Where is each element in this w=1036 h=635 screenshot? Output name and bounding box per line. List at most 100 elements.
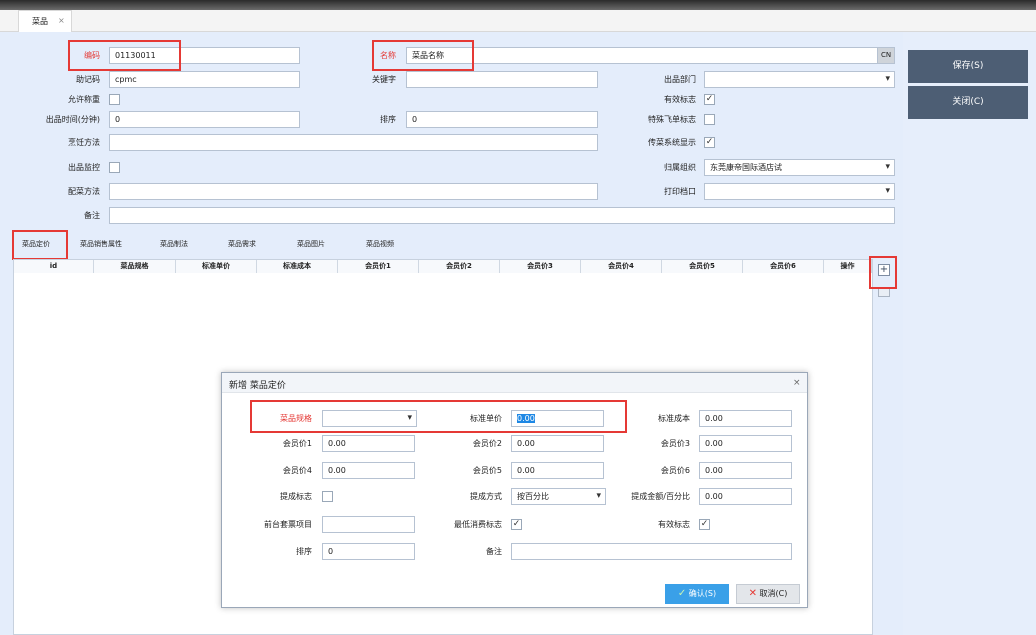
subtab-image[interactable]: 菜品图片 — [297, 239, 325, 249]
std-cost-label: 标准成本 — [658, 414, 690, 423]
name-highlight — [372, 40, 474, 71]
grid-header-mp4: 会员价4 — [581, 260, 662, 273]
window-top-strip — [0, 0, 1036, 10]
transfer-checkbox[interactable]: ✓ — [704, 137, 715, 148]
time-input[interactable]: 0 — [109, 111, 300, 128]
mnemonic-input[interactable]: cpmc — [109, 71, 300, 88]
monitor-checkbox[interactable] — [109, 162, 120, 173]
mp5-input[interactable]: 0.00 — [511, 462, 604, 479]
min-consume-checkbox[interactable]: ✓ — [511, 519, 522, 530]
add-row-highlight — [869, 256, 897, 289]
sort-input[interactable]: 0 — [406, 111, 598, 128]
cancel-label: 取消(C) — [759, 589, 788, 598]
confirm-label: 确认(S) — [688, 589, 717, 598]
mp3-label: 会员价3 — [660, 439, 690, 448]
commission-mode-label: 提成方式 — [470, 492, 502, 501]
add-pricing-dialog: 新增 菜品定价 × 菜品规格 标准单价 0.00 标准成本 0.00 会员价1 … — [221, 372, 808, 608]
mp1-input[interactable]: 0.00 — [322, 435, 415, 452]
mp6-input[interactable]: 0.00 — [699, 462, 792, 479]
mp5-label: 会员价5 — [472, 466, 502, 475]
grid-header-std-price: 标准单价 — [176, 260, 257, 273]
subtab-video[interactable]: 菜品视频 — [366, 239, 394, 249]
commission-mode-select[interactable]: 按百分比 — [511, 488, 606, 505]
dialog-valid-label: 有效标志 — [658, 520, 690, 529]
mnemonic-label: 助记码 — [76, 75, 100, 84]
subtab-sales[interactable]: 菜品销售属性 — [80, 239, 122, 249]
dept-label: 出品部门 — [664, 75, 696, 84]
tab-close-icon[interactable]: × — [58, 16, 65, 25]
subtab-pricing-highlight — [12, 230, 68, 260]
save-button[interactable]: 保存(S) — [908, 50, 1028, 83]
std-cost-input[interactable]: 0.00 — [699, 410, 792, 427]
monitor-label: 出品监控 — [68, 163, 100, 172]
commission-flag-checkbox[interactable] — [322, 491, 333, 502]
dialog-remark-input[interactable] — [511, 543, 792, 560]
cancel-button[interactable]: ✕ 取消(C) — [736, 584, 800, 604]
commission-amount-label: 提成金额/百分比 — [631, 492, 690, 501]
cook-input[interactable] — [109, 134, 598, 151]
special-checkbox[interactable] — [704, 114, 715, 125]
grid-header-mp1: 会员价1 — [338, 260, 419, 273]
valid-label: 有效标志 — [664, 95, 696, 104]
remark-label: 备注 — [84, 211, 100, 220]
org-label: 归属组织 — [664, 163, 696, 172]
mp3-input[interactable]: 0.00 — [699, 435, 792, 452]
remark-input[interactable] — [109, 207, 895, 224]
dialog-sort-input[interactable]: 0 — [322, 543, 415, 560]
check-icon: ✓ — [677, 588, 687, 599]
tab-bar — [0, 10, 1036, 32]
name-input[interactable]: 菜品名称 CN — [406, 47, 895, 64]
valid-checkbox[interactable]: ✓ — [704, 94, 715, 105]
cook-label: 烹饪方法 — [68, 138, 100, 147]
confirm-button[interactable]: ✓ 确认(S) — [665, 584, 729, 604]
time-label: 出品时间(分钟) — [45, 115, 100, 124]
mp6-label: 会员价6 — [660, 466, 690, 475]
dialog-remark-label: 备注 — [486, 547, 502, 556]
grid-header-id: id — [14, 260, 94, 273]
subtab-method[interactable]: 菜品制法 — [160, 239, 188, 249]
package-input[interactable] — [322, 516, 415, 533]
cn-button[interactable]: CN — [877, 48, 894, 63]
tab-dish[interactable]: 菜品 × — [18, 10, 72, 32]
min-consume-label: 最低消费标志 — [454, 520, 502, 529]
allow-weigh-label: 允许称重 — [68, 95, 100, 104]
grid-header-std-cost: 标准成本 — [257, 260, 338, 273]
grid-header-ops: 操作 — [824, 260, 872, 273]
cancel-x-icon: ✕ — [748, 588, 757, 599]
grid-header-mp3: 会员价3 — [500, 260, 581, 273]
mp2-input[interactable]: 0.00 — [511, 435, 604, 452]
dialog-highlight — [250, 400, 627, 433]
code-highlight — [68, 40, 181, 71]
mp2-label: 会员价2 — [472, 439, 502, 448]
commission-flag-label: 提成标志 — [280, 492, 312, 501]
subtab-demand[interactable]: 菜品需求 — [228, 239, 256, 249]
close-button[interactable]: 关闭(C) — [908, 86, 1028, 119]
sort-label: 排序 — [380, 115, 396, 124]
grid-header-mp6: 会员价6 — [743, 260, 824, 273]
dialog-sort-label: 排序 — [296, 547, 312, 556]
grid-header-spec: 菜品规格 — [94, 260, 176, 273]
allow-weigh-checkbox[interactable] — [109, 94, 120, 105]
dialog-title: 新增 菜品定价 — [229, 381, 286, 391]
package-label: 前台套票项目 — [264, 520, 312, 529]
dialog-close-icon[interactable]: × — [793, 378, 801, 388]
grid-header-mp2: 会员价2 — [419, 260, 500, 273]
print-label: 打印档口 — [664, 187, 696, 196]
print-select[interactable] — [704, 183, 895, 200]
keyword-label: 关键字 — [372, 75, 396, 84]
mp4-label: 会员价4 — [282, 466, 312, 475]
mp1-label: 会员价1 — [282, 439, 312, 448]
dialog-titlebar: 新增 菜品定价 × — [222, 373, 807, 393]
grid-header-mp5: 会员价5 — [662, 260, 743, 273]
tab-title: 菜品 — [32, 17, 48, 26]
keyword-input[interactable] — [406, 71, 598, 88]
commission-amount-input[interactable]: 0.00 — [699, 488, 792, 505]
org-select[interactable]: 东莞康帝国际酒店试 — [704, 159, 895, 176]
side-input[interactable] — [109, 183, 598, 200]
mp4-input[interactable]: 0.00 — [322, 462, 415, 479]
dept-select[interactable] — [704, 71, 895, 88]
dialog-valid-checkbox[interactable]: ✓ — [699, 519, 710, 530]
special-label: 特殊飞单标志 — [648, 115, 696, 124]
transfer-label: 传菜系统显示 — [648, 138, 696, 147]
side-label: 配菜方法 — [68, 187, 100, 196]
